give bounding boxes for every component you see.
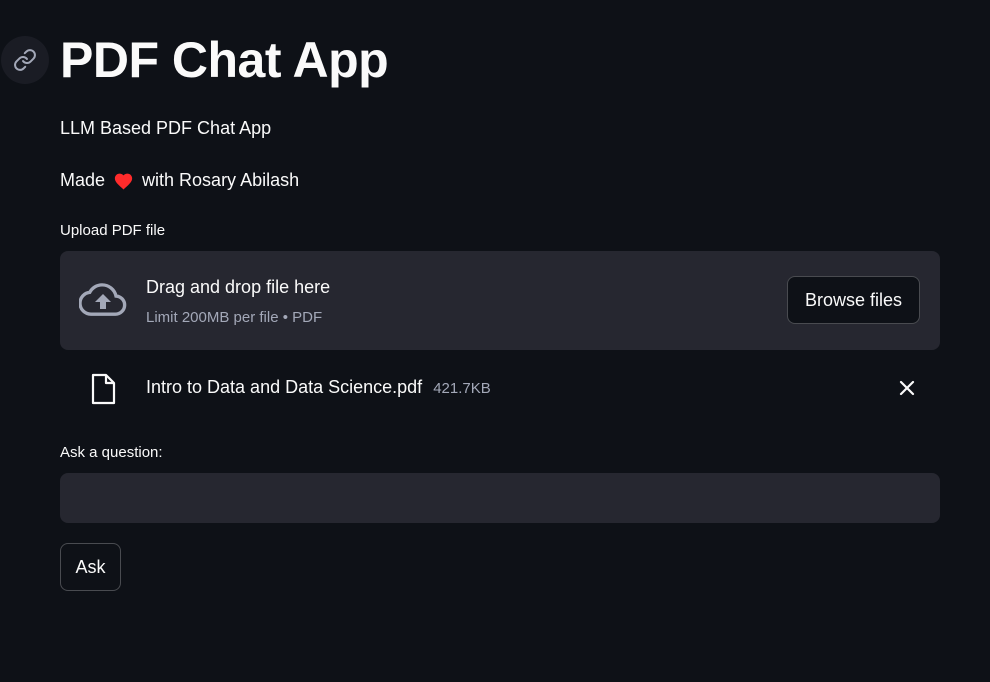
question-input[interactable] <box>60 473 940 523</box>
dropzone-limit: Limit 200MB per file • PDF <box>146 309 323 326</box>
heart-icon <box>113 171 134 190</box>
app-page: PDF Chat App LLM Based PDF Chat App Made… <box>0 0 990 682</box>
app-subtitle: LLM Based PDF Chat App <box>60 118 272 138</box>
credit-line: Made with Rosary Abilash <box>60 170 299 191</box>
question-label: Ask a question: <box>60 444 163 461</box>
dropzone-instructions: Drag and drop file here <box>146 277 331 297</box>
browse-files-button[interactable]: Browse files <box>787 276 920 324</box>
upload-label: Upload PDF file <box>60 222 166 239</box>
credit-suffix: with Rosary Abilash <box>142 170 300 190</box>
uploaded-file-info: Intro to Data and Data Science.pdf 421.7… <box>146 377 491 398</box>
file-dropzone[interactable]: Drag and drop file here Limit 200MB per … <box>60 251 940 350</box>
credit-prefix: Made <box>60 170 106 190</box>
uploaded-file-item: Intro to Data and Data Science.pdf 421.7… <box>60 366 940 410</box>
uploaded-file-name: Intro to Data and Data Science.pdf <box>146 377 423 397</box>
uploaded-file-size: 421.7KB <box>433 380 491 397</box>
cloud-upload-icon <box>78 280 127 325</box>
close-icon[interactable] <box>894 375 920 401</box>
page-title: PDF Chat App <box>60 32 389 88</box>
file-icon <box>90 373 116 410</box>
link-icon[interactable] <box>1 36 49 84</box>
ask-button[interactable]: Ask <box>60 543 121 591</box>
